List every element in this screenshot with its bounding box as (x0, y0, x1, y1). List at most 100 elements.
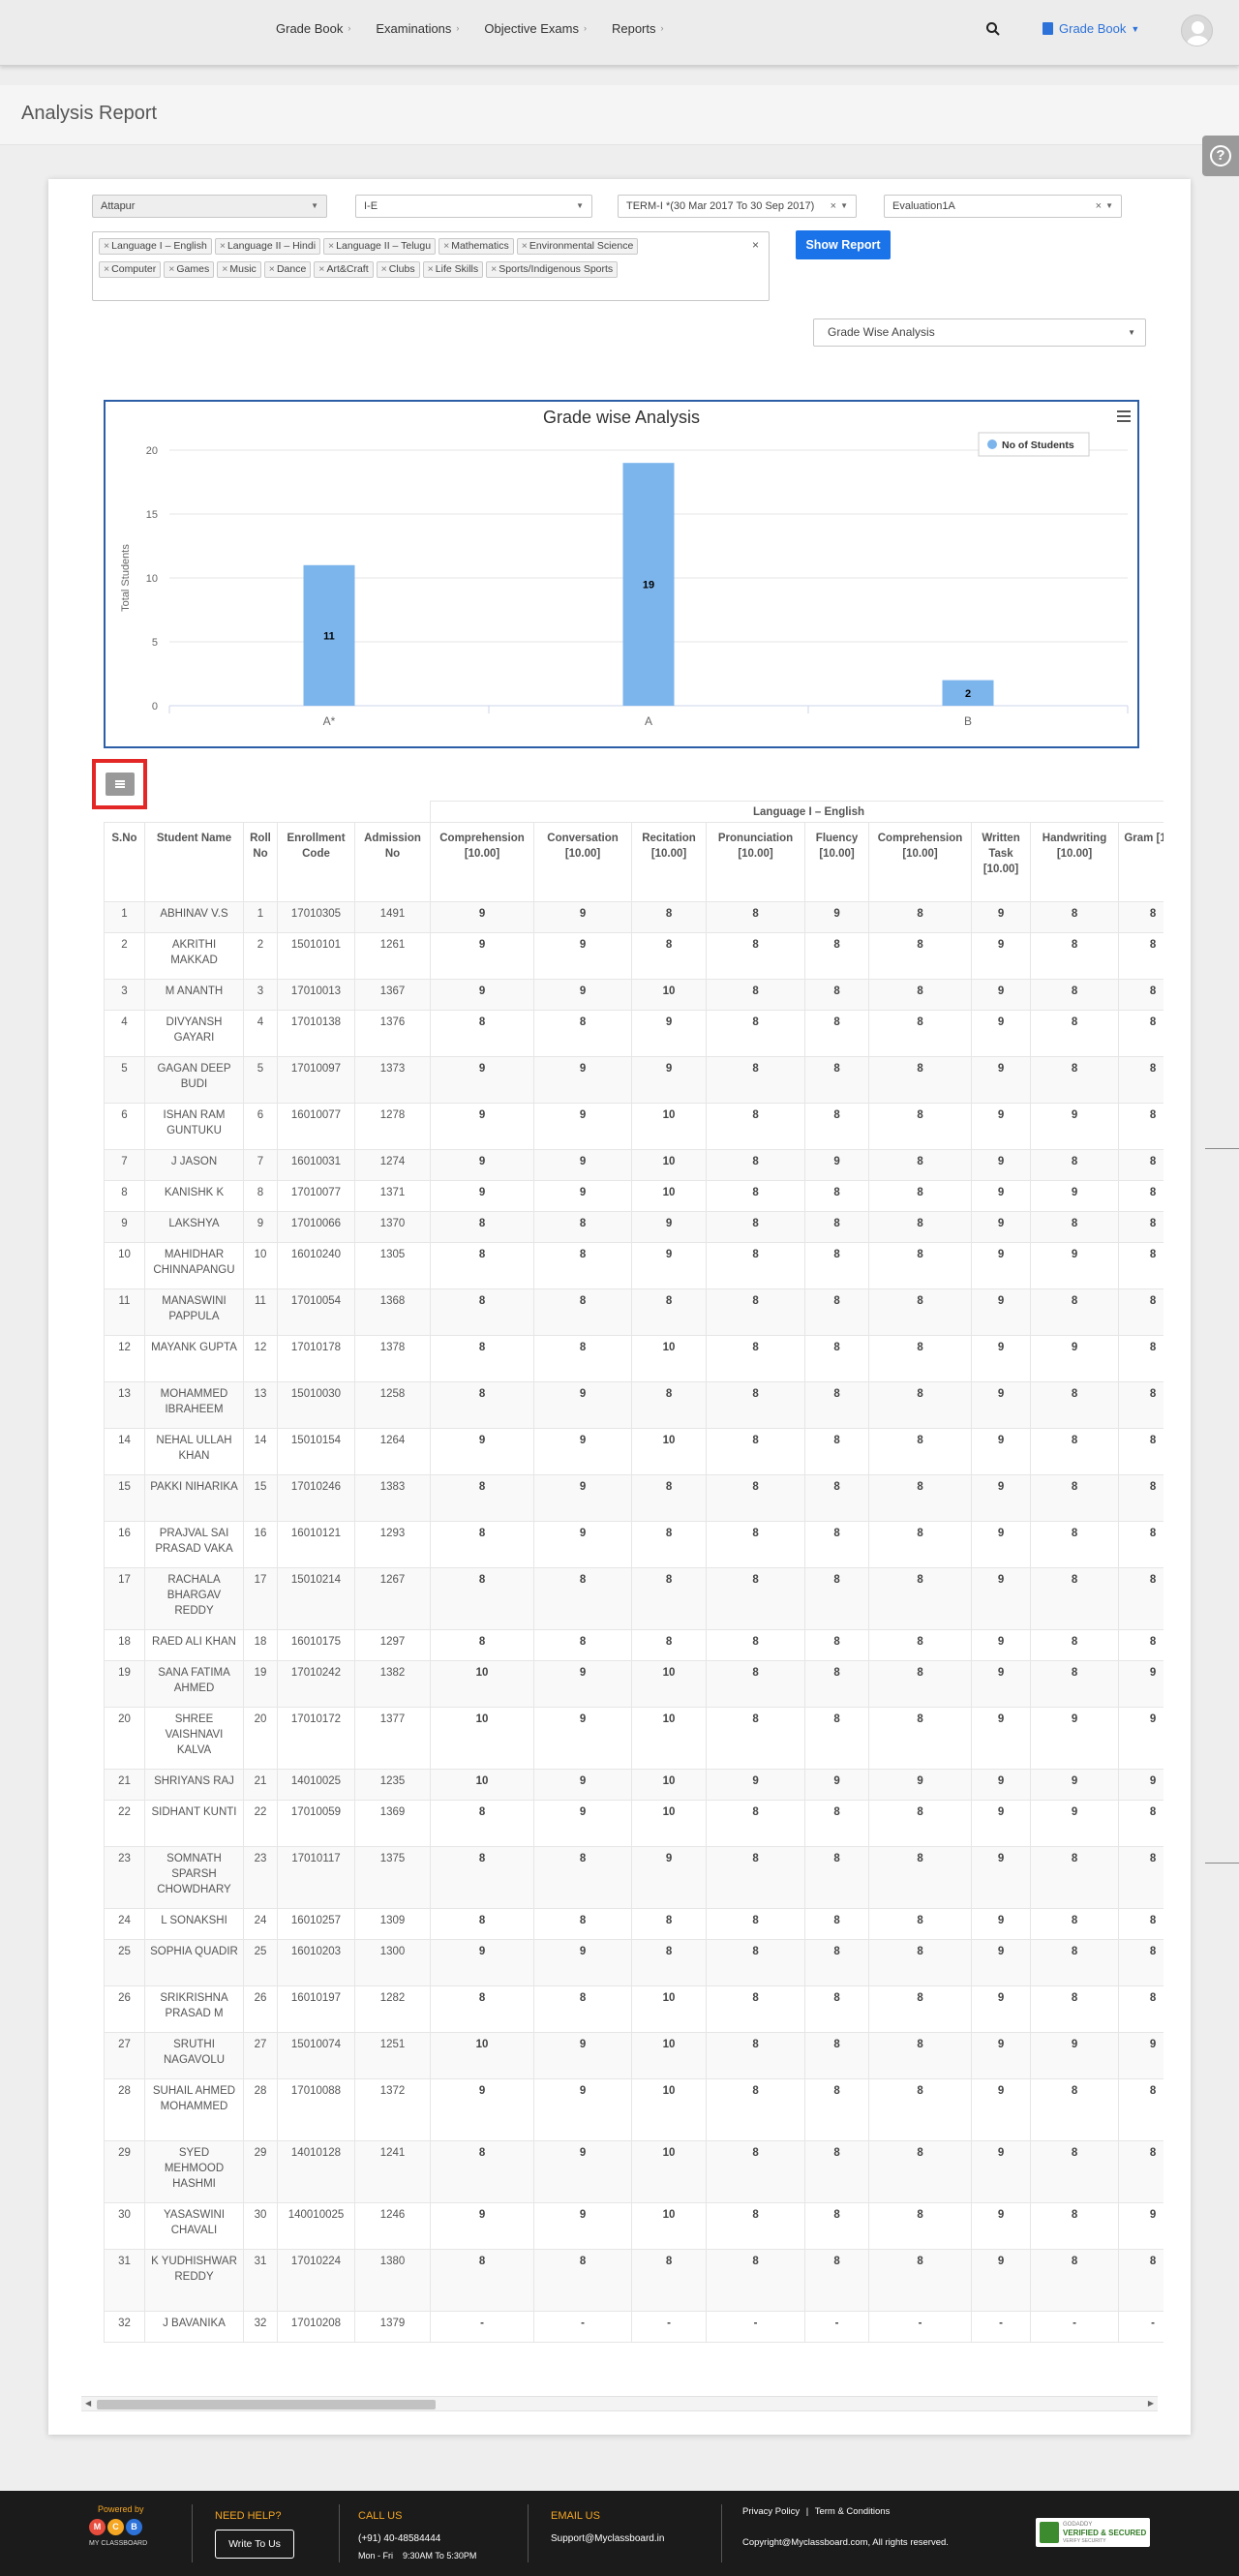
subject-tag-label: Environmental Science (529, 240, 634, 252)
clear-all-icon[interactable]: × (752, 238, 759, 252)
clear-icon[interactable]: × (831, 196, 836, 217)
column-header[interactable]: Fluency [10.00] (804, 822, 870, 902)
security-seal[interactable]: GODADDY VERIFIED & SECURED VERIFY SECURI… (1036, 2518, 1150, 2547)
cell-mark: 8 (804, 1846, 870, 1909)
help-button[interactable]: ? (1202, 136, 1239, 176)
subject-tag[interactable]: × Art&Craft (314, 261, 374, 278)
remove-icon[interactable]: × (104, 240, 109, 252)
table-menu-button[interactable] (106, 773, 135, 796)
remove-icon[interactable]: × (522, 240, 528, 252)
column-header[interactable]: Student Name (144, 822, 244, 902)
table-row: 31 K YUDHISHWAR REDDY 31 17010224 1380 8 8 8 8 8 8… (104, 2249, 1163, 2312)
support-email[interactable]: Support@Myclassboard.in (551, 2533, 664, 2544)
cell-mark: 9 (1118, 2202, 1163, 2250)
cell-admission-no: 1282 (353, 1985, 432, 2033)
subject-tag[interactable]: × Environmental Science (516, 238, 639, 255)
column-header[interactable]: Admission No (353, 822, 432, 902)
remove-icon[interactable]: × (222, 263, 227, 275)
cell-roll-no: 12 (243, 1335, 278, 1382)
remove-icon[interactable]: × (104, 263, 109, 275)
subject-tag[interactable]: × Dance (263, 261, 312, 278)
column-header[interactable]: Roll No (243, 822, 278, 902)
clear-icon[interactable]: × (1096, 196, 1102, 217)
cell-student-name: MOHAMMED IBRAHEEM (144, 1381, 244, 1429)
scroll-left-icon[interactable]: ◀ (85, 2399, 91, 2408)
terms-link[interactable]: Term & Conditions (815, 2506, 891, 2517)
subjects-multiselect[interactable]: × Language I – English × Language II – Hind… (92, 231, 770, 301)
subject-tag[interactable]: × Mathematics (438, 238, 514, 255)
cell-admission-no: 1246 (353, 2202, 432, 2250)
cell-mark: 9 (804, 1769, 870, 1801)
remove-icon[interactable]: × (491, 263, 497, 275)
grade-chart-svg: Grade wise Analysis 0 5 10 15 20 Total Student… (120, 408, 1129, 728)
column-header[interactable]: Enrollment Code (277, 822, 355, 902)
analysis-type-select[interactable]: Grade Wise Analysis ▼ (813, 318, 1146, 347)
cell-enrollment-code: 17010208 (277, 2311, 355, 2343)
column-header[interactable]: Recitation [10.00] (631, 822, 708, 902)
caret-down-icon: ▼ (1105, 201, 1113, 210)
cell-sno: 13 (104, 1381, 145, 1429)
link-separator: | (805, 2506, 809, 2517)
footer-links: Privacy Policy | Term & Conditions (742, 2506, 890, 2517)
column-header[interactable]: S.No (104, 822, 145, 902)
cell-sno: 27 (104, 2032, 145, 2079)
avatar[interactable] (1181, 15, 1213, 46)
subject-tag[interactable]: × Sports/Indigenous Sports (486, 261, 619, 278)
write-to-us-button[interactable]: Write To Us (215, 2530, 294, 2559)
privacy-policy-link[interactable]: Privacy Policy (742, 2506, 800, 2517)
cell-sno: 10 (104, 1242, 145, 1289)
subject-tag[interactable]: × Clubs (376, 261, 420, 278)
module-dropdown[interactable]: Grade Book ▼ (1043, 21, 1139, 36)
subject-tag[interactable]: × Computer (99, 261, 162, 278)
chart-menu-icon[interactable] (1117, 410, 1131, 425)
subject-tag[interactable]: × Language II – Hindi (214, 238, 321, 255)
subject-tag[interactable]: × Games (164, 261, 215, 278)
remove-icon[interactable]: × (328, 240, 334, 252)
column-header[interactable]: Gram [10.0 (1118, 822, 1163, 902)
class-select[interactable]: I-E ▼ (355, 195, 592, 218)
remove-icon[interactable]: × (168, 263, 174, 275)
show-report-button[interactable]: Show Report (796, 230, 891, 259)
subject-tag[interactable]: × Music (217, 261, 261, 278)
cell-admission-no: 1368 (353, 1288, 432, 1336)
caret-down-icon: ▼ (1131, 23, 1140, 34)
search-icon[interactable] (985, 21, 1001, 37)
column-header[interactable]: Comprehension [10.00] (430, 822, 535, 902)
cell-mark: 8 (706, 1381, 806, 1429)
cell-enrollment-code: 16010203 (277, 1939, 355, 1986)
remove-icon[interactable]: × (318, 263, 324, 275)
scrollbar-thumb[interactable] (97, 2400, 436, 2409)
cell-mark: 9 (971, 1180, 1032, 1212)
column-header[interactable]: Handwriting [10.00] (1030, 822, 1120, 902)
remove-icon[interactable]: × (220, 240, 226, 252)
term-select[interactable]: TERM-I *(30 Mar 2017 To 30 Sep 2017) × ▼ (618, 195, 857, 218)
table-row: 24 L SONAKSHI 24 16010257 1309 8 8 8 8 8 8 9 8 8 (104, 1908, 1163, 1940)
column-header[interactable]: Pronunciation [10.00] (706, 822, 806, 902)
remove-icon[interactable]: × (443, 240, 449, 252)
scroll-right-icon[interactable]: ▶ (1148, 2399, 1154, 2408)
column-header[interactable]: Conversation [10.00] (533, 822, 633, 902)
column-header[interactable]: Written Task [10.00] (971, 822, 1032, 902)
nav-reports[interactable]: Reports › (612, 21, 664, 36)
remove-icon[interactable]: × (428, 263, 434, 275)
subject-tag[interactable]: × Life Skills (422, 261, 484, 278)
cell-mark: 8 (533, 1242, 633, 1289)
cell-enrollment-code: 16010031 (277, 1149, 355, 1181)
cell-mark: 10 (631, 1180, 708, 1212)
evaluation-select[interactable]: Evaluation1A × ▼ (884, 195, 1122, 218)
nav-examinations[interactable]: Examinations › (376, 21, 459, 36)
nav-gradebook[interactable]: Grade Book › (276, 21, 350, 36)
column-header[interactable]: Comprehension [10.00] (868, 822, 973, 902)
remove-icon[interactable]: × (269, 263, 275, 275)
nav-objective-exams[interactable]: Objective Exams › (484, 21, 587, 36)
cell-student-name: J BAVANIKA (144, 2311, 244, 2343)
subject-tag[interactable]: × Language II – Telugu (323, 238, 437, 255)
module-dropdown-label: Grade Book (1059, 21, 1127, 36)
cell-mark: 8 (868, 2078, 973, 2141)
branch-select[interactable]: Attapur ▼ (92, 195, 327, 218)
horizontal-scrollbar[interactable]: ◀ ▶ (81, 2396, 1158, 2411)
cell-roll-no: 22 (243, 1800, 278, 1847)
remove-icon[interactable]: × (381, 263, 387, 275)
table-row: 6 ISHAN RAM GUNTUKU 6 16010077 1278 9 9 10 8 8 8 9 9… (104, 1103, 1163, 1150)
subject-tag[interactable]: × Language I – English (99, 238, 212, 255)
